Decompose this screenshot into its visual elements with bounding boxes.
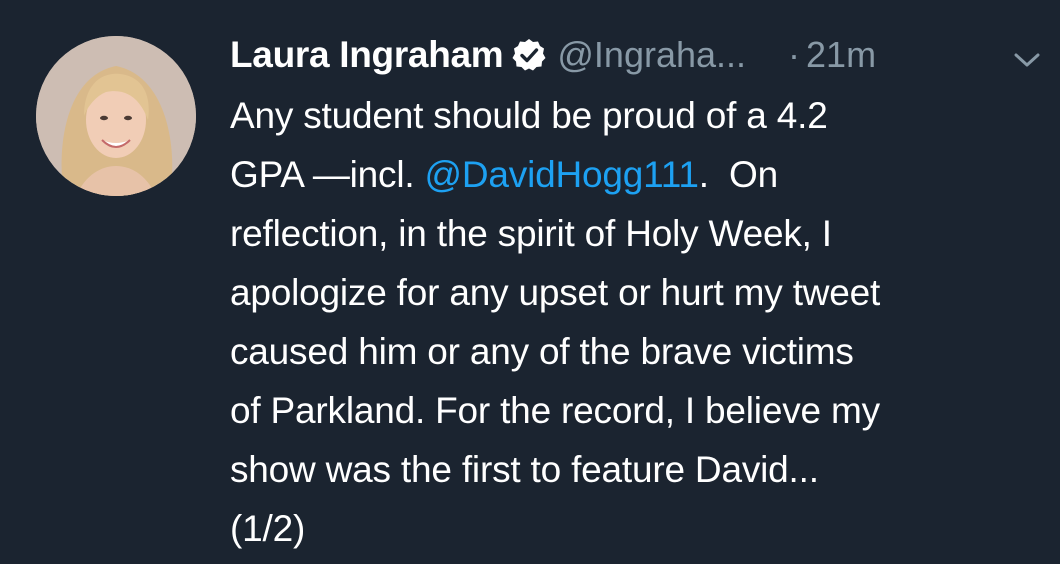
tweet-text-line: of Parkland. For the record, I believe m… xyxy=(230,390,880,431)
tweet-text: Any student should be proud of a 4.2 GPA… xyxy=(230,86,1050,558)
text-segment: GPA —incl. xyxy=(230,154,425,195)
tweet-text-line: Any student should be proud of a 4.2 xyxy=(230,95,828,136)
tweet-text-line: show was the first to feature David... xyxy=(230,449,819,490)
verified-badge-icon xyxy=(511,37,547,73)
avatar[interactable] xyxy=(36,36,196,196)
author-handle[interactable]: @Ingraha... xyxy=(557,34,746,76)
tweet[interactable]: Laura Ingraham @Ingraha... · 21m Any stu… xyxy=(0,0,1060,564)
separator-dot: · xyxy=(788,34,801,75)
mention-link[interactable]: @DavidHogg111 xyxy=(425,154,699,195)
tweet-text-line: apologize for any upset or hurt my tweet xyxy=(230,272,881,313)
tweet-text-line: GPA —incl. @DavidHogg111. On xyxy=(230,145,1050,204)
timestamp[interactable]: 21m xyxy=(806,34,876,76)
profile-photo-icon xyxy=(36,36,196,196)
tweet-text-line: (1/2) xyxy=(230,508,306,549)
author-name[interactable]: Laura Ingraham xyxy=(230,34,504,76)
tweet-text-line: reflection, in the spirit of Holy Week, … xyxy=(230,213,832,254)
chevron-down-icon[interactable] xyxy=(1012,50,1042,70)
text-segment: . On xyxy=(698,154,778,195)
tweet-header: Laura Ingraham @Ingraha... · 21m xyxy=(230,30,876,80)
tweet-text-line: caused him or any of the brave victims xyxy=(230,331,854,372)
